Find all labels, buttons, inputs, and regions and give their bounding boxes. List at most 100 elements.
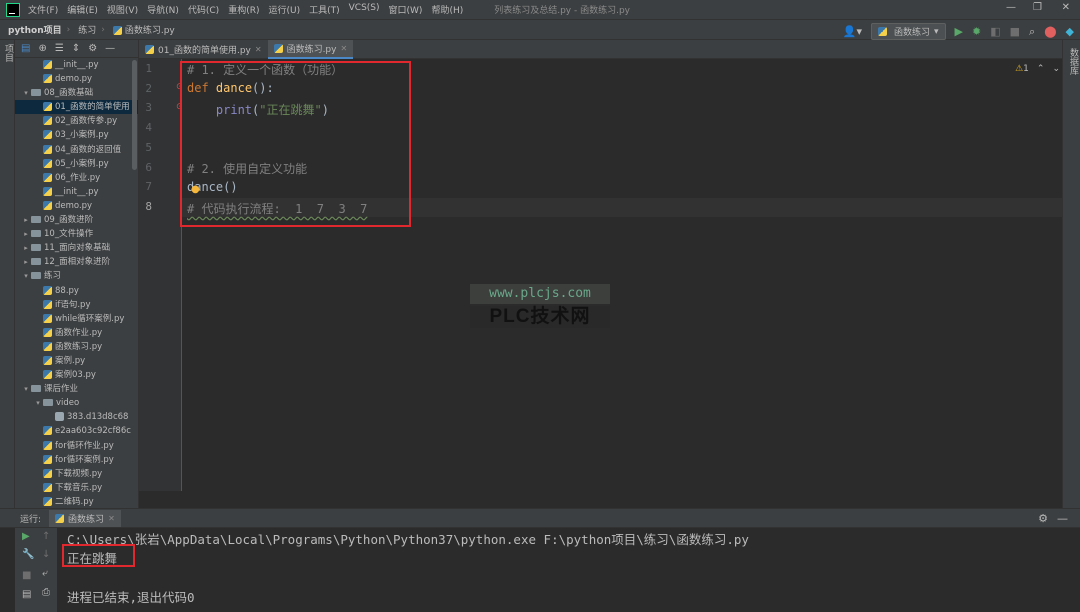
console-exit-message: 进程已结束,退出代码0 [67,590,195,605]
scroll-up-icon[interactable]: ↑ [42,531,50,542]
tree-file[interactable]: for循环案例.py [15,453,138,467]
run-configuration-select[interactable]: 函数练习 ▾ [871,23,946,40]
tree-file[interactable]: 88.py [15,284,138,298]
wrench-icon[interactable]: 🔧 [22,549,34,560]
stop-icon[interactable]: ■ [1010,25,1020,38]
tree-folder[interactable]: ▸ 09_函数进阶 [15,213,138,227]
run-console[interactable]: C:\Users\张岩\AppData\Local\Programs\Pytho… [57,528,1080,612]
editor-tab[interactable]: 01_函数的简单使用.py ✕ [139,40,268,59]
locate-icon[interactable]: ⊕ [38,43,46,54]
tree-folder[interactable]: ▾ 08_函数基础 [15,86,138,100]
menu-item[interactable]: 编辑(E) [67,3,98,16]
hide-icon[interactable]: — [105,43,115,54]
database-tool-window-label[interactable]: 数据库 [1067,48,1080,75]
breadcrumb-file[interactable]: 函数练习.py [112,23,175,36]
run-icon[interactable]: ▶ [955,25,963,38]
tree-folder[interactable]: ▾ 练习 [15,269,138,283]
tree-folder[interactable]: ▸ 10_文件操作 [15,227,138,241]
chevron-right-icon[interactable]: ▸ [21,213,31,227]
scroll-down-icon[interactable]: ↓ [42,549,50,560]
tree-file[interactable]: 05_小案例.py [15,157,138,171]
close-icon[interactable]: ✕ [255,45,262,54]
rerun-icon[interactable]: ▶ [22,531,30,542]
close-icon[interactable]: ✕ [340,44,347,53]
gear-icon[interactable]: ⚙ [1038,512,1048,525]
tree-file[interactable]: 二维码.py [15,495,138,509]
tree-file[interactable]: if语句.py [15,298,138,312]
tree-file[interactable]: 函数作业.py [15,326,138,340]
tree-file[interactable]: __init__.py [15,58,138,72]
tree-file[interactable]: for循环作业.py [15,439,138,453]
tree-file[interactable]: while循环案例.py [15,312,138,326]
search-icon[interactable]: ⌕ [1029,25,1035,39]
menu-item[interactable]: 窗口(W) [389,3,423,16]
user-icon[interactable]: 👤▾ [843,25,862,38]
breadcrumb-folder[interactable]: 练习 [78,23,96,36]
tree-item-label: 03_小案例.py [55,130,109,141]
tree-file[interactable]: 案例03.py [15,368,138,382]
menu-item[interactable]: 运行(U) [268,3,300,16]
restore-window-icon[interactable]: ❐ [1033,2,1042,13]
update-icon[interactable]: ⬤ [1044,25,1056,38]
tree-folder[interactable]: ▾ video [15,396,138,410]
tree-folder[interactable]: ▾ 课后作业 [15,382,138,396]
menu-item[interactable]: 重构(R) [228,3,259,16]
tree-scrollbar[interactable] [132,60,137,170]
tree-file[interactable]: 04_函数的返回值 [15,143,138,157]
plugin-icon[interactable]: ◆ [1066,25,1074,38]
chevron-right-icon[interactable]: ▸ [21,255,31,269]
coverage-icon[interactable]: ◧ [990,25,1000,38]
print-icon[interactable]: ⎙ [42,587,50,598]
inspection-widget[interactable]: ⚠1 ⌃ ⌄ [1015,64,1060,74]
stop-icon[interactable]: ■ [22,570,31,581]
right-tool-strip: 数据库 [1062,40,1080,512]
tree-folder[interactable]: ▸ 12_面相对象进阶 [15,255,138,269]
tree-file[interactable]: demo.py [15,199,138,213]
breadcrumb-project[interactable]: python项目 [8,23,62,36]
tree-file[interactable]: 03_小案例.py [15,128,138,142]
close-window-icon[interactable]: ✕ [1062,2,1070,13]
hide-icon[interactable]: — [1057,512,1068,525]
minimize-window-icon[interactable]: — [1006,2,1016,13]
chevron-down-icon[interactable]: ⌄ [1052,64,1060,74]
project-tool-window-label[interactable]: 项目 [2,44,15,62]
tree-item-label: 下载视频.py [55,468,103,479]
collapse-all-icon[interactable]: ☰ [55,43,64,54]
expand-all-icon[interactable]: ⇕ [72,43,80,54]
tree-file[interactable]: e2aa603c92cf86c [15,424,138,438]
chevron-down-icon[interactable]: ▾ [33,396,43,410]
menu-item[interactable]: 工具(T) [309,3,340,16]
tree-file[interactable]: __init__.py [15,185,138,199]
run-tab[interactable]: 函数练习 ✕ [49,509,121,527]
project-view-icon[interactable]: ▤ [21,43,30,54]
chevron-right-icon[interactable]: ▸ [21,227,31,241]
debug-icon[interactable]: ✹ [972,25,981,38]
tree-file[interactable]: 02_函数传参.py [15,114,138,128]
tree-file[interactable]: 06_作业.py [15,171,138,185]
chevron-down-icon[interactable]: ▾ [21,382,31,396]
menu-item[interactable]: 导航(N) [147,3,179,16]
tree-file[interactable]: 函数练习.py [15,340,138,354]
soft-wrap-icon[interactable]: ⤶ [42,568,48,579]
folder-icon [43,399,53,407]
chevron-down-icon[interactable]: ▾ [21,86,31,100]
tree-file[interactable]: 383.d13d8c68 [15,410,138,424]
chevron-right-icon[interactable]: ▸ [21,241,31,255]
gear-icon[interactable]: ⚙ [88,43,97,54]
tree-file[interactable]: 01_函数的简单使用 [15,100,138,115]
tree-file[interactable]: demo.py [15,72,138,86]
tree-file[interactable]: 下载音乐.py [15,481,138,495]
tree-folder[interactable]: ▸ 11_面向对象基础 [15,241,138,255]
layout-icon[interactable]: ▤ [22,589,31,600]
menu-item[interactable]: 代码(C) [188,3,219,16]
chevron-down-icon[interactable]: ▾ [21,269,31,283]
editor-tab[interactable]: 函数练习.py ✕ [267,40,354,59]
menu-item[interactable]: VCS(S) [349,3,380,16]
chevron-up-icon[interactable]: ⌃ [1037,64,1045,74]
menu-item[interactable]: 文件(F) [28,3,58,16]
menu-item[interactable]: 视图(V) [107,3,138,16]
menu-item[interactable]: 帮助(H) [431,3,463,16]
tree-file[interactable]: 下载视频.py [15,467,138,481]
tree-file[interactable]: 案例.py [15,354,138,368]
close-icon[interactable]: ✕ [108,514,115,523]
